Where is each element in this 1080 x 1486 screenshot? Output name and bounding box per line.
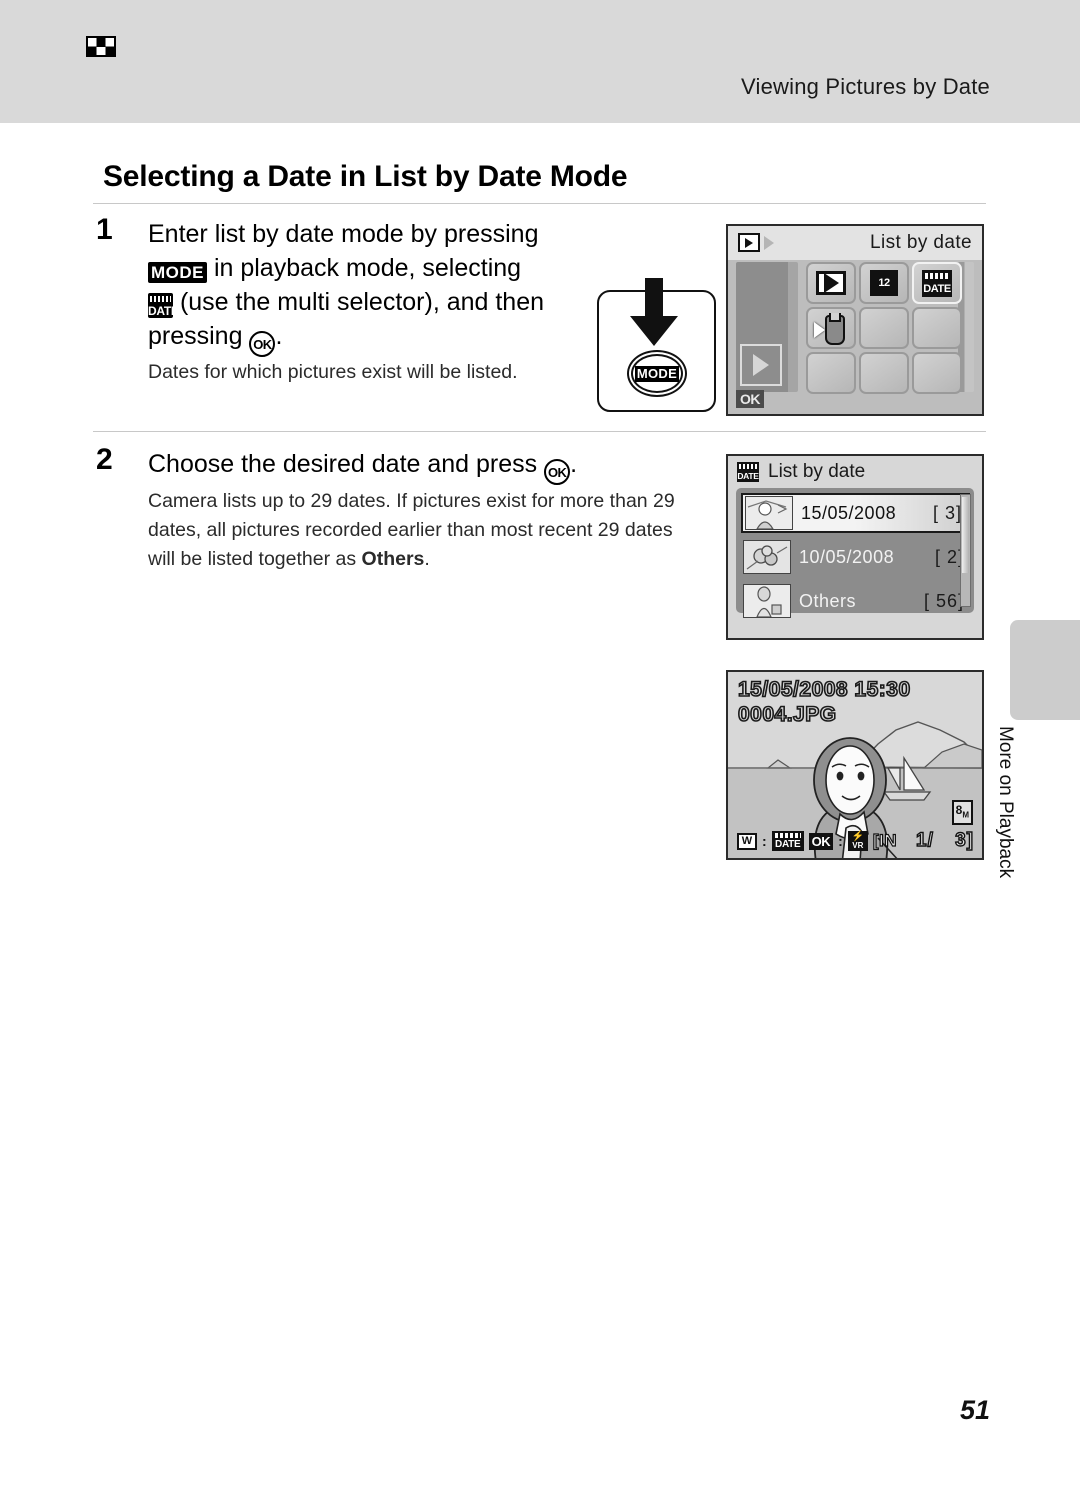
- running-head: Viewing Pictures by Date: [741, 74, 990, 99]
- date-list-item[interactable]: 15/05/2008 [ 3]: [741, 493, 970, 533]
- list-by-date-icon: DATE: [922, 269, 952, 297]
- grid-cell-empty-3: [806, 352, 856, 394]
- screen2-list-panel: 15/05/2008 [ 3] 10/05/2008 [ 2] Others […: [736, 488, 974, 618]
- photo-date-overlay: 15/05/2008 15:30: [737, 677, 911, 702]
- thumbnail-view-icon: [85, 36, 116, 57]
- portrait-thumb: [745, 496, 793, 530]
- step-2-instruction: Choose the desired date and press OK.: [148, 447, 688, 485]
- screen1-mode-grid: 12 DATE: [806, 262, 962, 394]
- playback-mode-icon: [738, 233, 760, 252]
- date-list-item-label: 10/05/2008: [799, 546, 895, 567]
- side-tab-marker: [1010, 620, 1080, 720]
- step-1-text-d: pressing: [148, 322, 250, 350]
- screen1-left-selected-mode-icon: [740, 344, 782, 386]
- step-2-text-b: .: [570, 450, 578, 478]
- grid-cell-playback[interactable]: [806, 262, 856, 304]
- portrait-thumb-art: [746, 497, 792, 529]
- camera-screen-playback-mode-menu: List by date 12 DATE OK: [726, 224, 984, 416]
- step-2-note: Camera lists up to 29 dates. If pictures…: [148, 487, 700, 574]
- mode-button-icon: MODE: [148, 262, 207, 283]
- grid-cell-list-by-date[interactable]: DATE: [912, 262, 962, 304]
- person-thumb: [743, 584, 791, 618]
- grid-cell-empty-1: [859, 307, 909, 349]
- grid-cell-empty-5: [912, 352, 962, 394]
- date-list-item-count: [ 56]: [923, 590, 964, 611]
- photo-filename-overlay: 0004.JPG: [737, 702, 837, 727]
- screen1-ok-badge: OK: [736, 390, 764, 408]
- playback-status-bar: W : DATE OK : VR [IN 1/ 3]: [728, 828, 982, 854]
- step-1-instruction: Enter list by date mode by pressing MODE…: [148, 217, 588, 357]
- colon-separator-1: :: [762, 833, 767, 849]
- down-arrow-icon: [630, 278, 678, 346]
- internal-memory-indicator: [IN: [872, 830, 898, 850]
- step-1-text-a: Enter list by date mode by pressing: [148, 220, 539, 248]
- step-2-number: 2: [96, 443, 113, 476]
- mode-button-graphic: MODE: [627, 350, 687, 397]
- list-by-date-icon: DATE: [737, 462, 759, 482]
- step-2-text-a: Choose the desired date and press: [148, 450, 545, 478]
- page-header-band: [0, 0, 1080, 123]
- person-thumb-art: [744, 585, 790, 617]
- screen1-title: List by date: [870, 232, 972, 253]
- colon-separator-2: :: [838, 833, 843, 849]
- grid-cell-empty-4: [859, 352, 909, 394]
- step-1-text-b: in playback mode, selecting: [207, 254, 522, 282]
- list-by-date-icon: DATE: [148, 293, 179, 318]
- page-title: Selecting a Date in List by Date Mode: [103, 160, 628, 194]
- mode-button-label: MODE: [634, 365, 680, 382]
- screen2-title: List by date: [768, 461, 866, 482]
- setup-icon: [814, 313, 848, 345]
- flowers-thumb-art: [744, 541, 790, 573]
- list-by-date-icon: DATE: [771, 831, 804, 851]
- grid-cell-favorites[interactable]: 12: [859, 262, 909, 304]
- wide-button-icon: W: [737, 832, 757, 850]
- flowers-thumb: [743, 540, 791, 574]
- divider-between-steps: [93, 431, 986, 432]
- step-1-text-e: .: [275, 322, 283, 350]
- grid-cell-empty-2: [912, 307, 962, 349]
- step-2-note-b: .: [424, 548, 430, 570]
- frame-current-indicator: 1/: [915, 829, 934, 851]
- ok-button-icon: OK: [544, 459, 571, 485]
- date-list-item-label: Others: [799, 590, 857, 611]
- date-list-item[interactable]: 10/05/2008 [ 2]: [741, 537, 970, 577]
- chevron-right-icon: [764, 236, 774, 250]
- step-1-text-c: (use the multi selector), and then: [173, 288, 545, 316]
- side-tab-label: More on Playback: [995, 726, 1016, 879]
- playback-icon: [816, 271, 846, 295]
- favorite-pictures-icon: 12: [870, 270, 898, 296]
- ok-button-icon: OK: [249, 331, 276, 357]
- step-2-note-bold: Others: [361, 548, 425, 570]
- date-list-item[interactable]: Others [ 56]: [741, 581, 970, 621]
- grid-cell-setup[interactable]: [806, 307, 856, 349]
- image-size-indicator: 8M: [951, 799, 973, 825]
- frame-total-indicator: 3]: [954, 829, 974, 851]
- vibration-reduction-icon: VR: [847, 831, 868, 851]
- date-list-item-count: [ 3]: [932, 502, 962, 523]
- ok-button-icon: OK: [808, 832, 834, 850]
- screen2-header: DATE List by date: [728, 456, 982, 488]
- step-1-number: 1: [96, 213, 113, 246]
- camera-screen-date-list: DATE List by date 15/05/2008 [ 3] 10/05/…: [726, 454, 984, 640]
- image-size-unit: M: [962, 810, 969, 819]
- page-number: 51: [959, 1395, 990, 1425]
- screen2-scrollbar[interactable]: [960, 494, 971, 607]
- mode-button-ring: MODE: [631, 354, 683, 393]
- date-list-item-label: 15/05/2008: [801, 502, 897, 523]
- divider-top: [93, 203, 986, 204]
- screen2-scrollbar-thumb[interactable]: [962, 497, 969, 573]
- camera-screen-full-frame-playback: 15/05/2008 15:30 0004.JPG 8M W : DATE OK…: [726, 670, 984, 860]
